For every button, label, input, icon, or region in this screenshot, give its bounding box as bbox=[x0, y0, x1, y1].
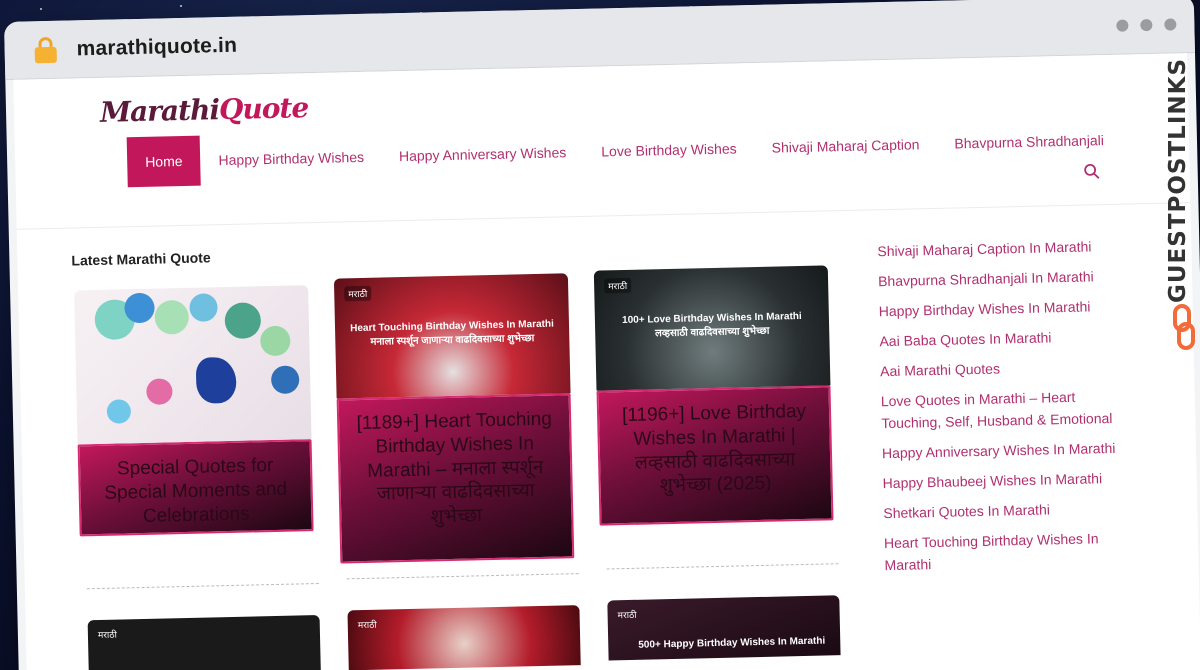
nav-happy-anniversary-wishes[interactable]: Happy Anniversary Wishes bbox=[399, 144, 567, 164]
search-icon[interactable] bbox=[1083, 163, 1100, 179]
nav-happy-birthday-wishes[interactable]: Happy Birthday Wishes bbox=[218, 149, 364, 168]
main-nav: Home Happy Birthday Wishes Happy Anniver… bbox=[126, 114, 1140, 188]
web-page: MarathiQuote Home Happy Birthday Wishes … bbox=[13, 53, 1200, 670]
lock-icon bbox=[34, 36, 57, 63]
sidebar-link[interactable]: Happy Anniversary Wishes In Marathi bbox=[882, 437, 1132, 465]
section-title: Latest Marathi Quote bbox=[71, 249, 211, 269]
sidebar-link[interactable]: Heart Touching Birthday Wishes In Marath… bbox=[884, 526, 1135, 576]
post-thumbnail[interactable] bbox=[74, 285, 312, 445]
nav-love-birthday-wishes[interactable]: Love Birthday Wishes bbox=[601, 140, 737, 159]
site-header: MarathiQuote Home Happy Birthday Wishes … bbox=[13, 53, 1191, 230]
watermark-text: GUESTPOSTLINKS bbox=[1165, 57, 1191, 303]
sidebar-link[interactable]: Happy Bhaubeej Wishes In Marathi bbox=[882, 467, 1132, 495]
watermark: GUESTPOSTLINKS bbox=[1162, 50, 1200, 350]
site-logo[interactable]: MarathiQuote bbox=[100, 91, 309, 129]
site-badge: मराठी bbox=[344, 285, 372, 302]
post-card[interactable]: मराठी Heart Touching Birthday Wishes In … bbox=[333, 273, 575, 564]
post-thumbnail[interactable]: मराठी 100+ Love Birthday Wishes In Marat… bbox=[593, 265, 831, 391]
post-thumbnail[interactable]: मराठी bbox=[347, 605, 581, 670]
thumbnail-text: Heart Touching Birthday Wishes In Marath… bbox=[350, 318, 554, 348]
post-title[interactable]: [1189+] Heart Touching Birthday Wishes I… bbox=[336, 393, 575, 564]
browser-window: marathiquote.in MarathiQuote Home Happy … bbox=[4, 0, 1200, 670]
nav-bhavpurna-shradhanjali[interactable]: Bhavpurna Shradhanjali bbox=[954, 132, 1104, 151]
post-title[interactable]: Special Quotes for Special Moments and C… bbox=[77, 439, 314, 537]
sidebar-link[interactable]: Shivaji Maharaj Caption In Marathi bbox=[877, 235, 1127, 263]
sidebar-link[interactable]: Bhavpurna Shradhanjali In Marathi bbox=[878, 265, 1128, 293]
sidebar: Shivaji Maharaj Caption In Marathi Bhavp… bbox=[877, 235, 1135, 585]
post-card[interactable]: Special Quotes for Special Moments and C… bbox=[74, 285, 314, 537]
thumbnail-text: 500+ Happy Birthday Wishes In Marathi bbox=[638, 635, 826, 651]
url-text[interactable]: marathiquote.in bbox=[76, 33, 237, 61]
post-thumbnail[interactable]: मराठी bbox=[87, 614, 321, 670]
window-dot-icon[interactable] bbox=[1140, 18, 1153, 31]
post-title[interactable]: [1196+] Love Birthday Wishes In Marathi … bbox=[596, 385, 834, 526]
window-dot-icon[interactable] bbox=[1164, 17, 1177, 31]
sidebar-link[interactable]: Happy Birthday Wishes In Marathi bbox=[879, 295, 1129, 323]
sidebar-link[interactable]: Aai Baba Quotes In Marathi bbox=[879, 325, 1129, 353]
logo-part-2: Quote bbox=[218, 91, 309, 127]
site-badge: मराठी bbox=[97, 629, 118, 641]
post-thumbnail[interactable]: मराठी 500+ Happy Birthday Wishes In Mara… bbox=[607, 595, 841, 661]
site-badge: मराठी bbox=[617, 609, 637, 621]
thumbnail-text: 100+ Love Birthday Wishes In Marathi लव्… bbox=[621, 310, 802, 340]
card-divider bbox=[606, 563, 839, 570]
chain-link-icon bbox=[1173, 304, 1195, 350]
site-badge: मराठी bbox=[603, 277, 632, 294]
window-dot-icon[interactable] bbox=[1116, 18, 1129, 32]
card-divider bbox=[86, 583, 319, 590]
site-badge: मराठी bbox=[357, 619, 377, 631]
nav-home[interactable]: Home bbox=[126, 135, 202, 188]
window-controls bbox=[1116, 17, 1177, 32]
sidebar-link[interactable]: Love Quotes in Marathi – Heart Touching,… bbox=[881, 385, 1132, 435]
card-divider bbox=[346, 573, 579, 580]
post-thumbnail[interactable]: मराठी Heart Touching Birthday Wishes In … bbox=[333, 273, 571, 399]
nav-shivaji-maharaj-caption[interactable]: Shivaji Maharaj Caption bbox=[771, 136, 919, 155]
sidebar-link[interactable]: Aai Marathi Quotes bbox=[880, 355, 1130, 383]
logo-part-1: Marathi bbox=[99, 93, 220, 129]
sidebar-link[interactable]: Shetkari Quotes In Marathi bbox=[883, 497, 1133, 525]
post-card[interactable]: मराठी 100+ Love Birthday Wishes In Marat… bbox=[593, 265, 834, 526]
